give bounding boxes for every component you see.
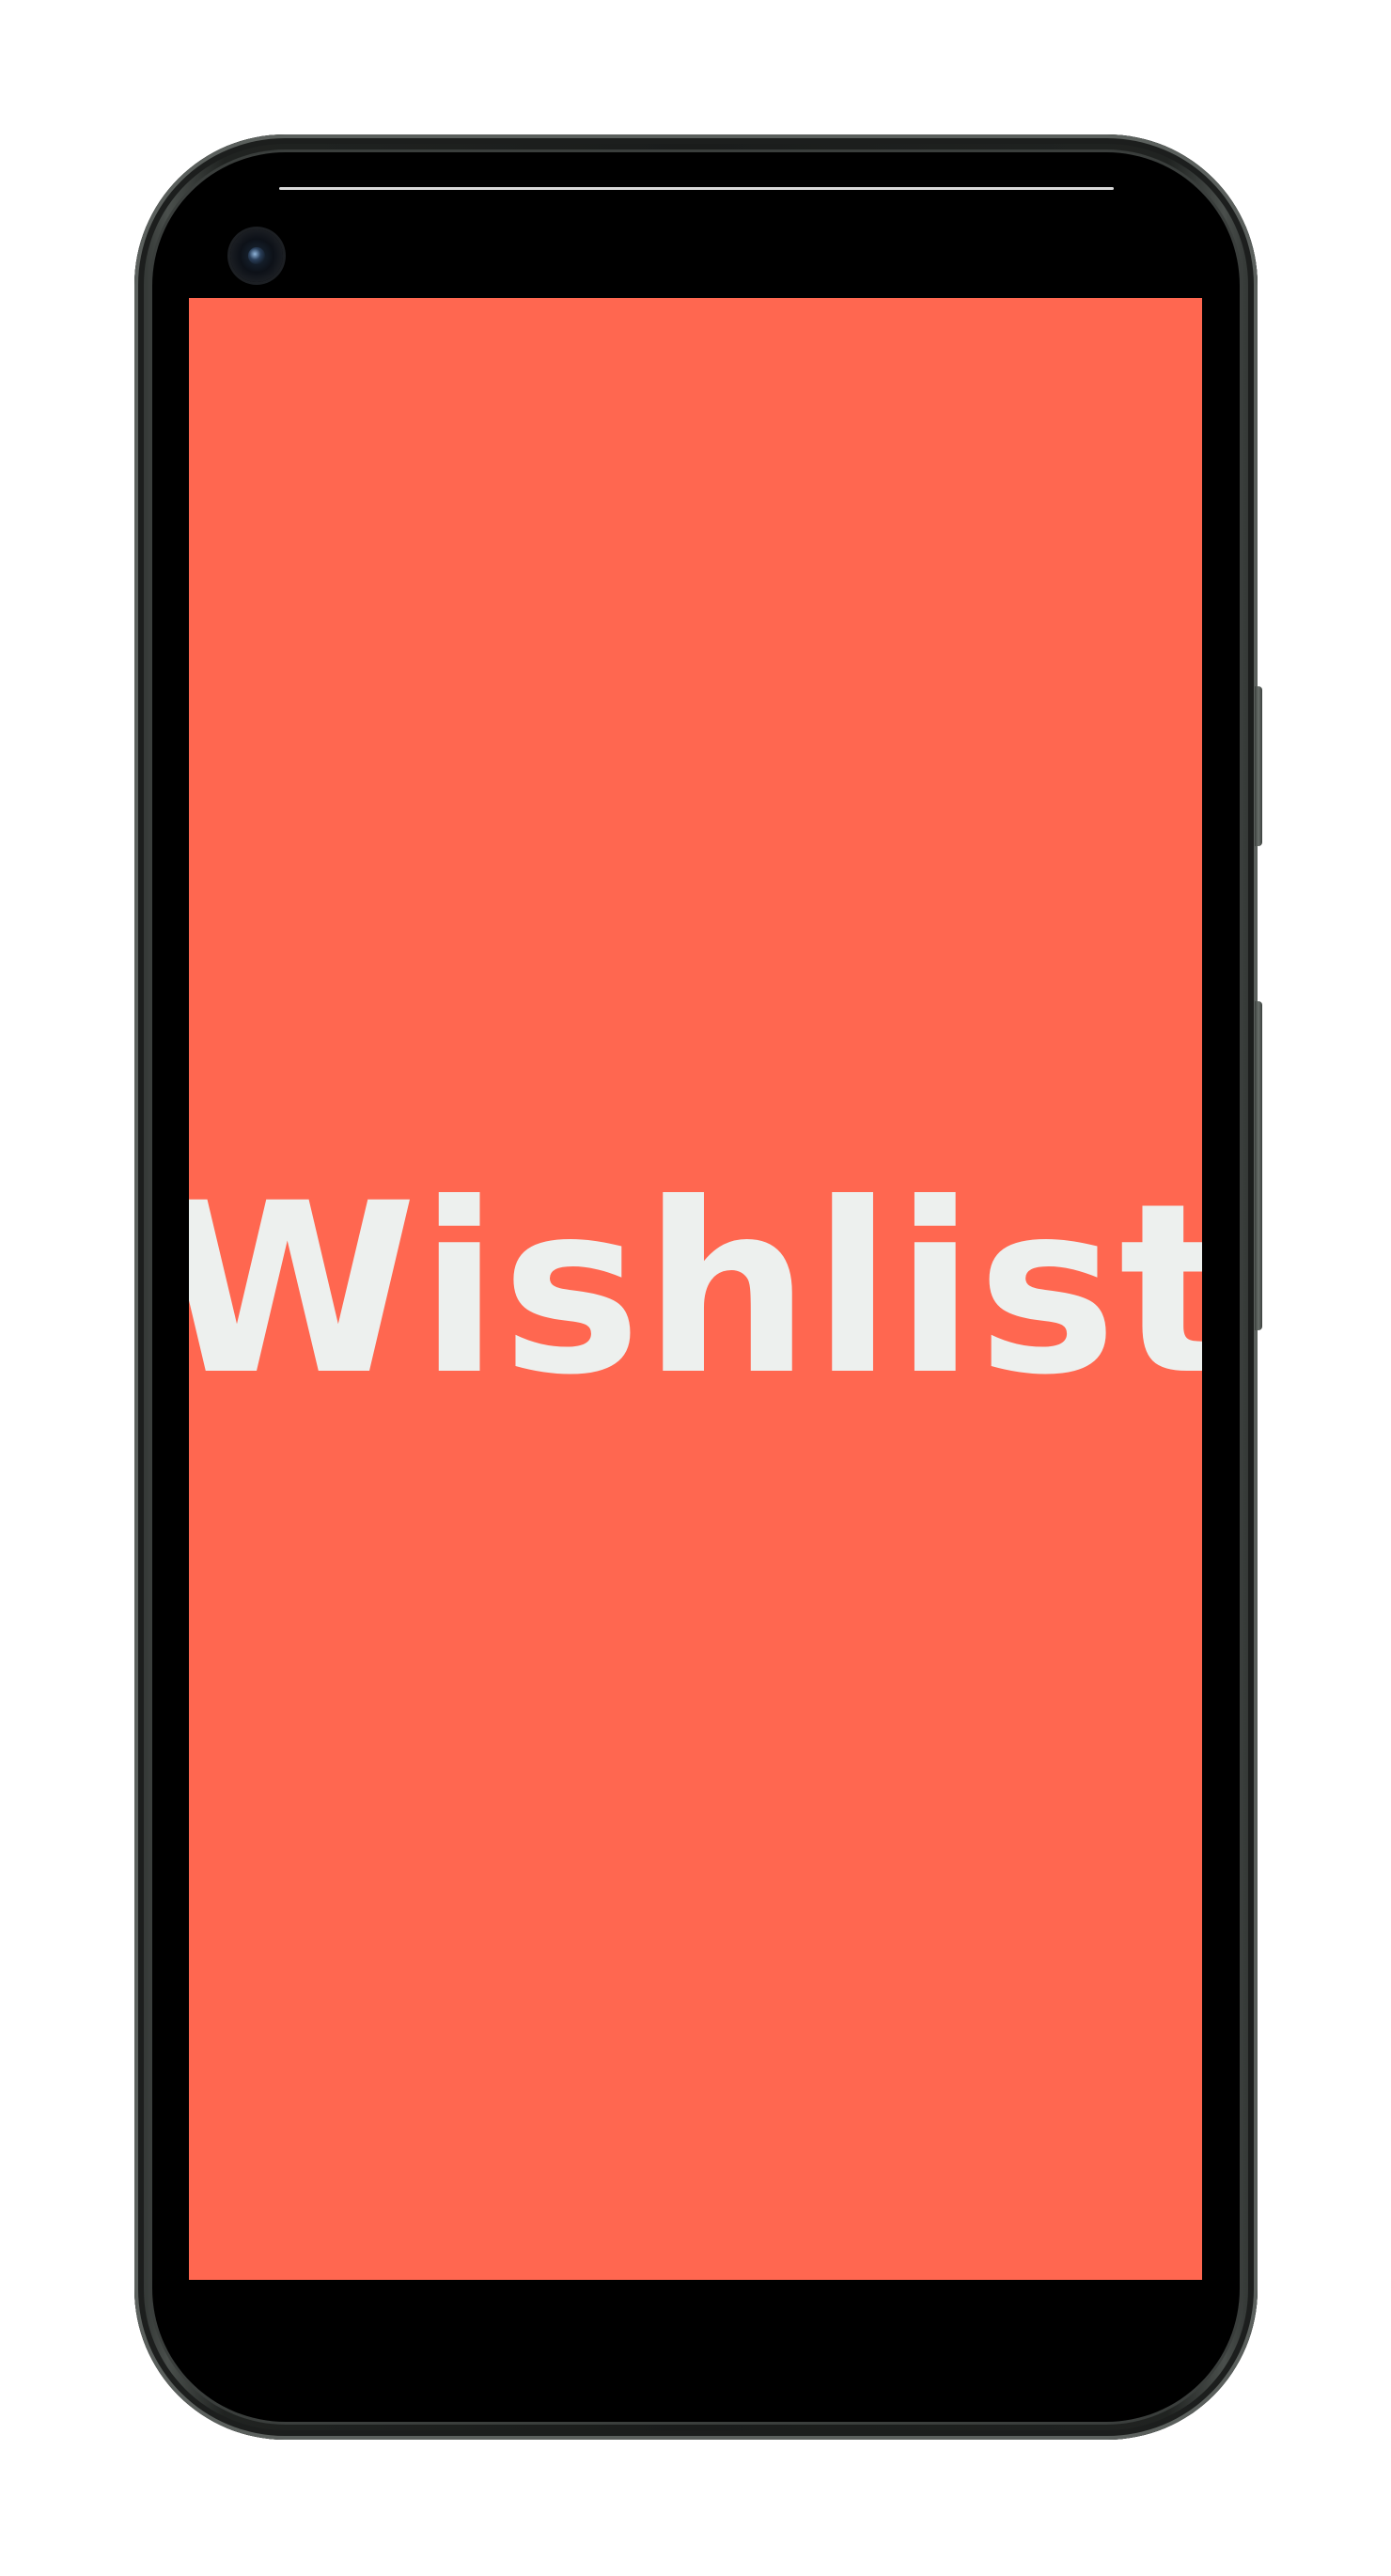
volume-rocker [1255, 1001, 1262, 1330]
app-title: Wishlist [189, 1152, 1202, 1426]
earpiece-slit [279, 187, 1114, 190]
splash-screen: Wishlist [189, 298, 1202, 2280]
device-mockup: Wishlist [0, 0, 1391, 2576]
camera-lens [248, 247, 265, 264]
camera-icon [230, 229, 283, 282]
power-button [1255, 686, 1262, 846]
